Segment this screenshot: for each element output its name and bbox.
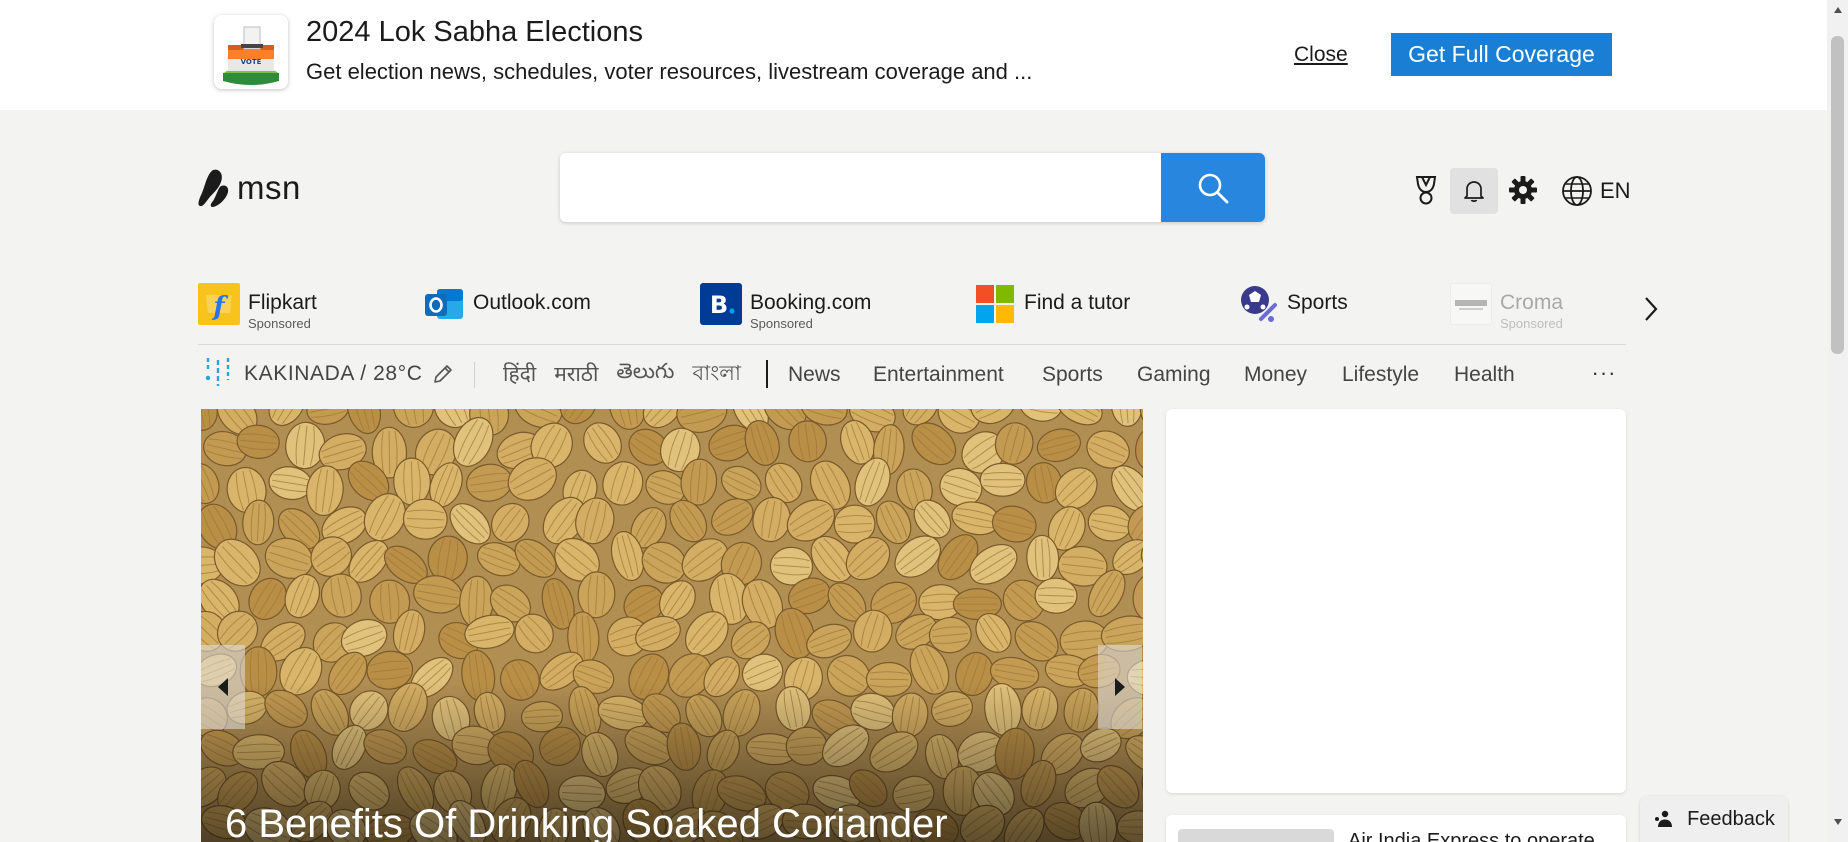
language-link-telugu[interactable]: తెలుగు bbox=[616, 360, 674, 389]
scrollbar-thumb[interactable] bbox=[1831, 36, 1844, 354]
quick-link-label: Outlook.com bbox=[473, 291, 591, 314]
sponsored-tag: Sponsored bbox=[1500, 316, 1563, 331]
quick-link-find-a-tutor[interactable]: Find a tutor bbox=[974, 283, 1130, 343]
nav-link-entertainment[interactable]: Entertainment bbox=[873, 363, 1004, 387]
quick-link-label: Sports bbox=[1287, 291, 1348, 314]
pencil-edit-icon[interactable] bbox=[432, 363, 454, 385]
search-button[interactable] bbox=[1161, 153, 1265, 222]
croma-icon bbox=[1450, 283, 1492, 325]
globe-icon bbox=[1562, 176, 1592, 206]
rewards-trophy-icon[interactable] bbox=[1408, 170, 1444, 210]
scroll-up-arrow-icon[interactable] bbox=[1827, 0, 1848, 20]
election-banner: VOTE 2024 Lok Sabha Elections Get electi… bbox=[0, 0, 1827, 110]
news-thumbnail bbox=[1178, 829, 1334, 842]
banner-title: 2024 Lok Sabha Elections bbox=[306, 16, 643, 48]
language-link-bengali[interactable]: বাংলা bbox=[692, 357, 741, 392]
caret-left-icon bbox=[218, 678, 228, 696]
ballot-box-icon: VOTE bbox=[214, 15, 288, 89]
msn-logo[interactable]: msn bbox=[197, 166, 301, 210]
nav-link-news[interactable]: News bbox=[788, 363, 841, 387]
quick-link-croma[interactable]: Croma Sponsored bbox=[1450, 283, 1563, 343]
nav-row: KAKINADA / 28°C हिंदी मराठी తెలుగు বাংলা… bbox=[198, 354, 1628, 396]
search-input[interactable] bbox=[560, 153, 1161, 222]
separator bbox=[474, 362, 475, 388]
hero-headline[interactable]: 6 Benefits Of Drinking Soaked Coriander bbox=[225, 802, 948, 842]
feedback-label: Feedback bbox=[1687, 807, 1775, 830]
quick-links-next-button[interactable] bbox=[1636, 293, 1666, 325]
quick-link-label: Flipkart bbox=[248, 291, 317, 314]
news-teaser: Air India Express to operate... bbox=[1348, 830, 1612, 842]
more-menu-button[interactable]: ··· bbox=[1589, 356, 1619, 390]
scroll-down-arrow-icon[interactable] bbox=[1827, 812, 1848, 832]
nav-link-gaming[interactable]: Gaming bbox=[1137, 363, 1211, 387]
nav-link-money[interactable]: Money bbox=[1244, 363, 1307, 387]
chevron-right-icon bbox=[1645, 297, 1658, 321]
news-card[interactable]: Air India Express to operate... bbox=[1166, 815, 1626, 842]
language-code: EN bbox=[1600, 178, 1631, 203]
feedback-button[interactable]: Feedback bbox=[1640, 796, 1788, 842]
quick-link-label: Croma bbox=[1500, 291, 1564, 314]
quick-link-flipkart[interactable]: f Flipkart Sponsored bbox=[198, 283, 317, 343]
booking-icon: B bbox=[700, 283, 742, 325]
search-box bbox=[560, 153, 1265, 222]
ad-card bbox=[1166, 409, 1626, 793]
nav-link-lifestyle[interactable]: Lifestyle bbox=[1342, 363, 1419, 387]
quick-link-label: Booking.com bbox=[750, 291, 872, 314]
weather-location-temp: KAKINADA / 28°C bbox=[244, 362, 423, 385]
quick-links-bar: f Flipkart Sponsored Outlook.com B Booki… bbox=[198, 283, 1628, 343]
search-icon bbox=[1198, 173, 1229, 203]
outlook-icon bbox=[423, 283, 465, 325]
language-link-hindi[interactable]: हिंदी bbox=[503, 360, 536, 388]
quick-link-booking[interactable]: B Booking.com Sponsored bbox=[700, 283, 871, 343]
carousel-next-button[interactable] bbox=[1098, 645, 1142, 729]
separator bbox=[766, 360, 768, 388]
get-full-coverage-button[interactable]: Get Full Coverage bbox=[1391, 33, 1612, 76]
flipkart-icon: f bbox=[198, 283, 240, 325]
quick-link-outlook[interactable]: Outlook.com bbox=[423, 283, 591, 343]
caret-right-icon bbox=[1115, 678, 1125, 696]
microsoft-icon bbox=[974, 283, 1016, 325]
nav-link-health[interactable]: Health bbox=[1454, 363, 1515, 387]
gear-icon[interactable] bbox=[1503, 170, 1543, 210]
language-selector[interactable]: EN bbox=[1560, 172, 1631, 210]
carousel-prev-button[interactable] bbox=[201, 645, 245, 729]
sponsored-tag: Sponsored bbox=[750, 316, 813, 331]
page-scrollbar[interactable] bbox=[1827, 0, 1848, 842]
rain-icon bbox=[205, 358, 230, 386]
banner-close-link[interactable]: Close bbox=[1294, 43, 1348, 67]
quick-link-label: Find a tutor bbox=[1024, 291, 1131, 314]
banner-description: Get election news, schedules, voter reso… bbox=[306, 59, 1033, 84]
svg-text:B: B bbox=[710, 291, 728, 319]
divider bbox=[198, 344, 1626, 345]
msn-wordmark: msn bbox=[237, 169, 301, 206]
nav-link-sports[interactable]: Sports bbox=[1042, 363, 1103, 387]
weather-widget[interactable]: KAKINADA / 28°C bbox=[202, 356, 454, 392]
feedback-icon bbox=[1655, 810, 1673, 827]
ballot-badge-text: VOTE bbox=[241, 58, 262, 66]
sports-icon bbox=[1237, 283, 1279, 325]
bell-icon[interactable] bbox=[1450, 168, 1498, 214]
msn-butterfly-icon bbox=[198, 169, 229, 208]
sponsored-tag: Sponsored bbox=[248, 316, 311, 331]
quick-link-sports[interactable]: Sports bbox=[1237, 283, 1348, 343]
hero-carousel[interactable]: 6 Benefits Of Drinking Soaked Coriander bbox=[201, 409, 1143, 842]
language-links: हिंदी मराठी తెలుగు বাংলা bbox=[503, 358, 741, 390]
language-link-marathi[interactable]: मराठी bbox=[554, 360, 598, 388]
